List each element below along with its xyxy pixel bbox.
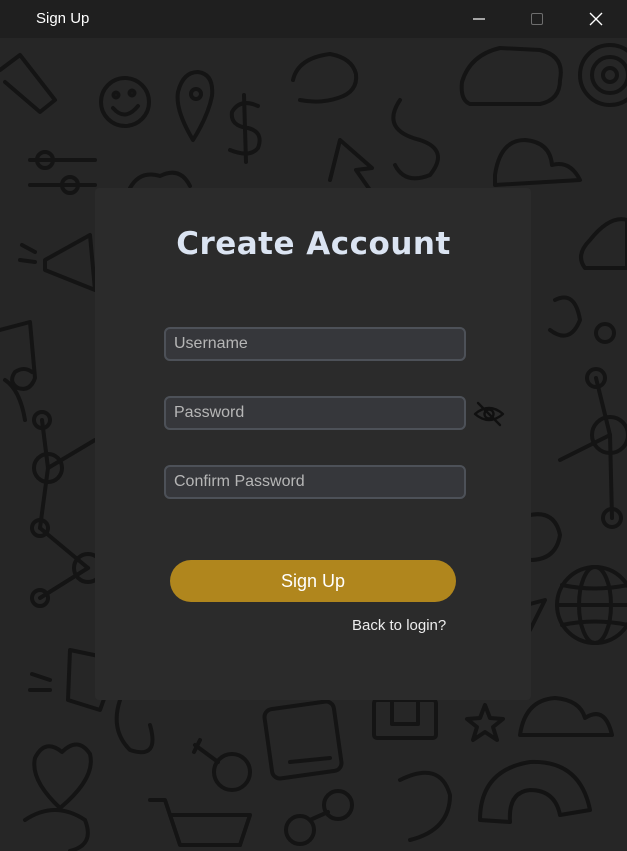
window-title: Sign Up bbox=[36, 10, 90, 27]
username-input[interactable] bbox=[164, 327, 466, 361]
minimize-button[interactable] bbox=[450, 0, 508, 38]
maximize-icon bbox=[531, 13, 543, 25]
toggle-password-visibility-button[interactable] bbox=[472, 400, 506, 428]
signup-button[interactable]: Sign Up bbox=[170, 560, 456, 602]
page-title: Create Account bbox=[176, 226, 451, 262]
minimize-icon bbox=[473, 18, 485, 20]
eye-slash-icon bbox=[473, 401, 505, 427]
signup-window: Sign Up Create Account Username Sign Up … bbox=[0, 0, 627, 851]
close-icon bbox=[589, 12, 603, 26]
maximize-button[interactable] bbox=[508, 0, 566, 38]
title-bar[interactable]: Sign Up bbox=[0, 0, 627, 38]
close-button[interactable] bbox=[567, 0, 625, 38]
password-input[interactable] bbox=[164, 396, 466, 430]
back-to-login-link[interactable]: Back to login? bbox=[352, 617, 446, 634]
confirm-password-input[interactable] bbox=[164, 465, 466, 499]
signup-card bbox=[95, 188, 531, 700]
